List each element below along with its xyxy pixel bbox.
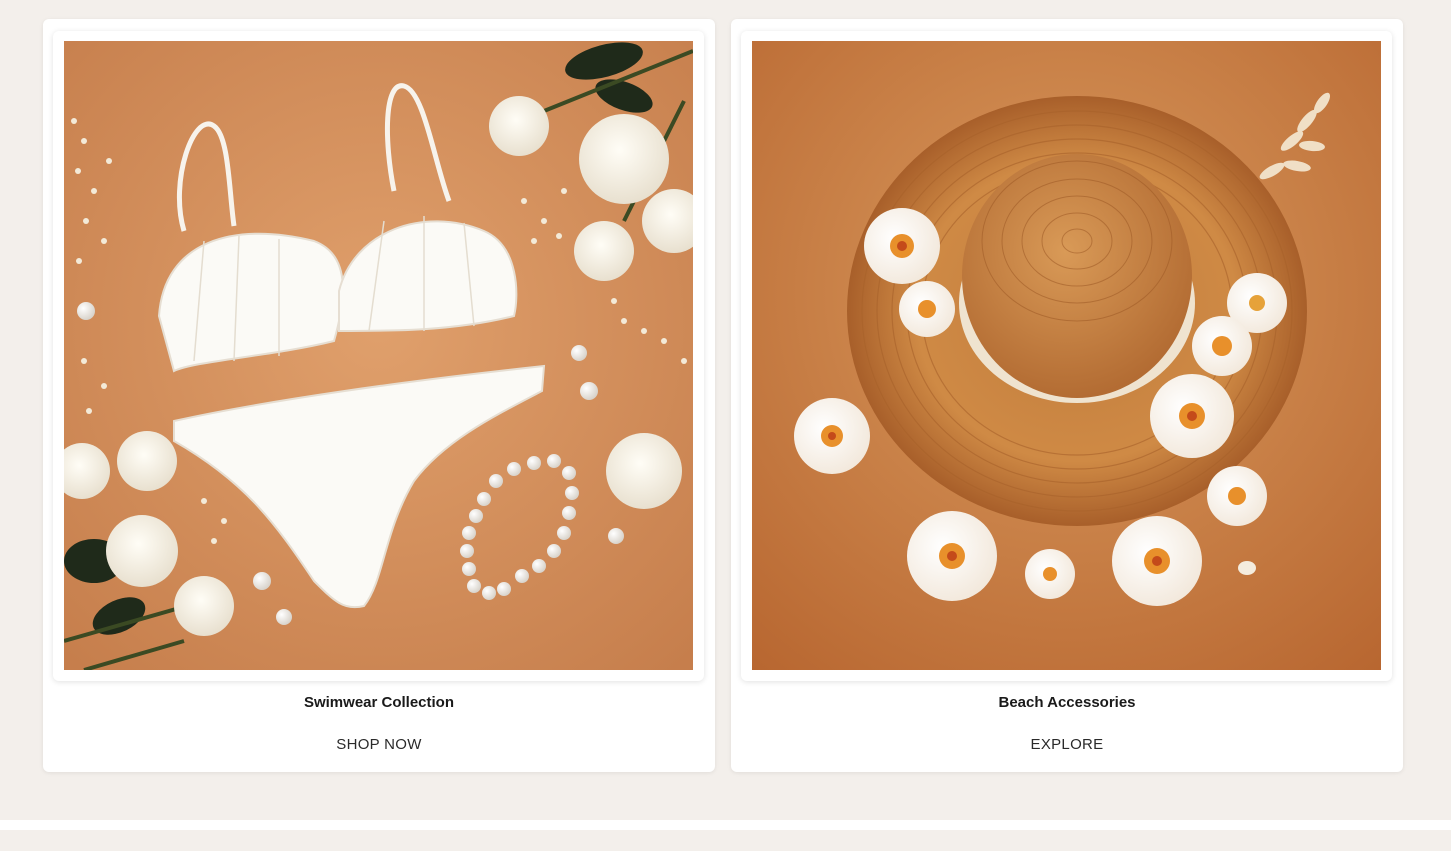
card-image-frame bbox=[53, 31, 704, 681]
shop-now-link[interactable]: SHOP NOW bbox=[43, 735, 715, 755]
explore-link[interactable]: EXPLORE bbox=[731, 735, 1403, 755]
section-divider bbox=[0, 820, 1451, 830]
collection-card-swimwear[interactable]: Swimwear Collection SHOP NOW bbox=[43, 19, 715, 772]
card-image-frame bbox=[741, 31, 1392, 681]
beach-accessories-image[interactable] bbox=[752, 41, 1381, 670]
card-title[interactable]: Swimwear Collection bbox=[43, 693, 715, 713]
collection-card-beach-accessories[interactable]: Beach Accessories EXPLORE bbox=[731, 19, 1403, 772]
card-title[interactable]: Beach Accessories bbox=[731, 693, 1403, 713]
page: Swimwear Collection SHOP NOW Beach Acces… bbox=[0, 0, 1451, 851]
swimwear-image[interactable] bbox=[64, 41, 693, 670]
